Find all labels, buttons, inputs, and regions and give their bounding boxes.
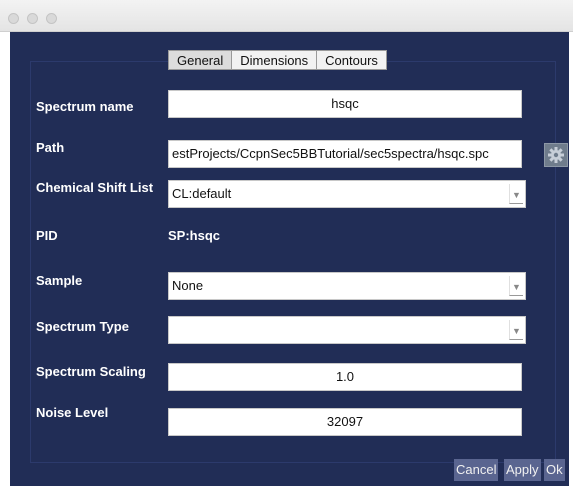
chemical-shift-list-value: CL:default <box>172 186 232 201</box>
sample-value: None <box>172 278 204 293</box>
tab-bar: General Dimensions Contours <box>168 50 387 70</box>
chevron-down-icon: ▼ <box>509 276 523 296</box>
sample-label: Sample <box>36 273 83 288</box>
chemical-shift-list-combo[interactable]: CL:default ▼ <box>168 180 526 208</box>
path-browse-button[interactable] <box>544 143 568 167</box>
path-field[interactable]: estProjects/CcpnSec5BBTutorial/sec5spect… <box>168 140 522 168</box>
noise-level-field[interactable]: 32097 <box>168 408 522 436</box>
tab-panel <box>30 61 556 463</box>
tab-contours[interactable]: Contours <box>317 50 387 70</box>
cancel-button[interactable]: Cancel <box>454 459 499 481</box>
close-window-button[interactable] <box>8 13 19 24</box>
sample-combo[interactable]: None ▼ <box>168 272 526 300</box>
tab-general[interactable]: General <box>168 50 233 70</box>
spectrum-scaling-label: Spectrum Scaling <box>36 364 146 379</box>
ok-button[interactable]: Ok <box>544 459 565 481</box>
spectrum-type-combo[interactable]: ▼ <box>168 316 526 344</box>
apply-button[interactable]: Apply <box>504 459 541 481</box>
zoom-window-button[interactable] <box>46 13 57 24</box>
chevron-down-icon: ▼ <box>509 184 523 204</box>
spectrum-properties-dialog: General Dimensions Contours Spectrum nam… <box>10 32 569 486</box>
spectrum-name-field[interactable]: hsqc <box>168 90 522 118</box>
spectrum-name-label: Spectrum name <box>36 99 134 114</box>
spectrum-type-label: Spectrum Type <box>36 319 129 334</box>
chemical-shift-list-label: Chemical Shift List <box>36 180 154 195</box>
noise-level-label: Noise Level <box>36 405 109 420</box>
tab-dimensions[interactable]: Dimensions <box>232 50 318 70</box>
title-bar <box>0 0 573 32</box>
path-label: Path <box>36 140 65 155</box>
gear-icon <box>548 147 564 163</box>
chevron-down-icon: ▼ <box>509 320 523 340</box>
minimize-window-button[interactable] <box>27 13 38 24</box>
pid-label: PID <box>36 228 58 243</box>
spectrum-scaling-field[interactable]: 1.0 <box>168 363 522 391</box>
pid-value: SP:hsqc <box>168 228 221 243</box>
